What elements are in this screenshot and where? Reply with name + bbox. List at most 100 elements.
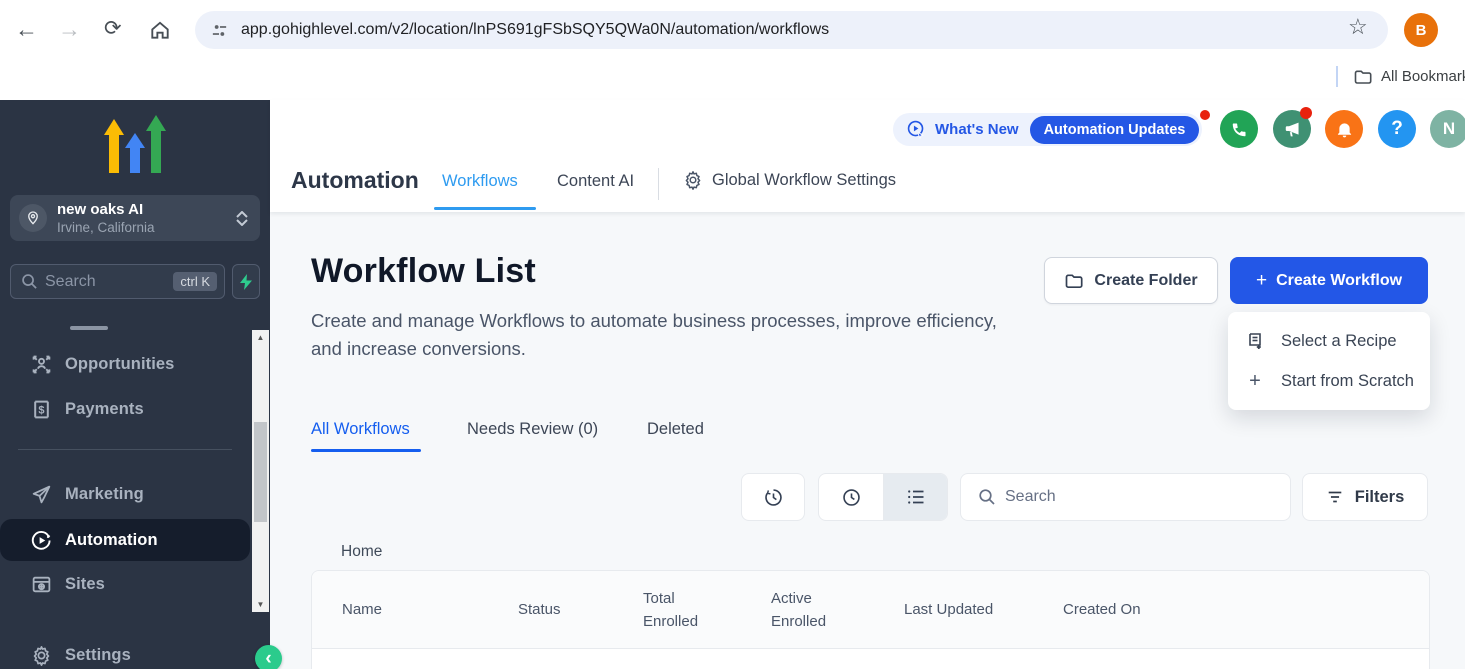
time-view-button[interactable] xyxy=(819,474,883,520)
url-text: app.gohighlevel.com/v2/location/lnPS691g… xyxy=(241,21,829,39)
forward-icon[interactable]: → xyxy=(58,14,81,44)
reload-icon[interactable]: ⟳ xyxy=(104,14,122,44)
tab-needs-review[interactable]: Needs Review (0) xyxy=(467,420,598,439)
create-workflow-button[interactable]: + Create Workflow xyxy=(1230,257,1428,304)
page-description: Create and manage Workflows to automate … xyxy=(311,307,1016,363)
active-tab-underline xyxy=(311,449,421,452)
column-header-active-enrolled[interactable]: Active Enrolled xyxy=(771,587,843,633)
tab-deleted[interactable]: Deleted xyxy=(647,420,704,439)
content-area: Workflow List Create and manage Workflow… xyxy=(270,212,1465,669)
page-title: Workflow List xyxy=(311,252,536,291)
sidebar-search[interactable]: ctrl K xyxy=(10,264,225,299)
url-bar[interactable]: app.gohighlevel.com/v2/location/lnPS691g… xyxy=(195,11,1388,49)
quick-actions-button[interactable] xyxy=(232,264,260,299)
phone-button[interactable] xyxy=(1220,110,1258,148)
list-view-button[interactable] xyxy=(883,474,947,520)
plus-icon: + xyxy=(1246,370,1264,393)
filters-button[interactable]: Filters xyxy=(1302,473,1428,521)
gear-icon xyxy=(30,645,52,666)
app-header: What's New Automation Updates ? N Automa… xyxy=(270,100,1465,212)
workflow-search-input[interactable] xyxy=(1005,488,1255,506)
menu-item-label: Start from Scratch xyxy=(1281,372,1414,391)
sidebar-item-label: Payments xyxy=(65,400,144,419)
sidebar-search-input[interactable] xyxy=(45,273,150,291)
sidebar-item-settings[interactable]: Settings xyxy=(0,634,250,669)
whats-new-label: What's New xyxy=(935,121,1019,138)
column-header-last-updated[interactable]: Last Updated xyxy=(904,598,1063,621)
column-header-created-on[interactable]: Created On xyxy=(1063,598,1141,621)
plus-icon: + xyxy=(1256,270,1267,292)
create-folder-label: Create Folder xyxy=(1094,272,1197,290)
location-city: Irvine, California xyxy=(57,219,155,236)
sidebar-scrollbar[interactable]: ▲ ▼ xyxy=(252,330,269,612)
table-header-row: Name Status Total Enrolled Active Enroll… xyxy=(312,571,1429,649)
all-bookmarks-label[interactable]: All Bookmarks xyxy=(1381,68,1465,85)
avatar-initial: N xyxy=(1443,119,1455,139)
browser-chrome: ← → ⟳ app.gohighlevel.com/v2/location/ln… xyxy=(0,0,1465,100)
sidebar-item-marketing[interactable]: Marketing xyxy=(0,473,250,515)
create-folder-button[interactable]: Create Folder xyxy=(1044,257,1218,304)
sidebar-divider xyxy=(18,449,232,450)
sidebar-item-label: Sites xyxy=(65,575,105,594)
active-tab-underline xyxy=(434,207,536,210)
breadcrumb[interactable]: Home xyxy=(341,543,382,561)
global-workflow-settings-link[interactable]: Global Workflow Settings xyxy=(683,170,896,190)
location-switcher[interactable]: new oaks AI Irvine, California xyxy=(10,195,260,241)
location-pin-icon xyxy=(19,204,47,232)
global-workflow-settings-label: Global Workflow Settings xyxy=(712,171,896,190)
recipe-icon xyxy=(1246,332,1264,351)
column-header-total-enrolled[interactable]: Total Enrolled xyxy=(643,587,715,633)
bookmarks-separator xyxy=(1336,66,1338,87)
sidebar-item-label: Marketing xyxy=(65,485,144,504)
scrollbar-down-icon[interactable]: ▼ xyxy=(252,597,269,612)
back-icon[interactable]: ← xyxy=(15,14,38,44)
sidebar-item-sites[interactable]: Sites xyxy=(0,563,250,605)
search-icon xyxy=(21,273,38,290)
scrollbar-up-icon[interactable]: ▲ xyxy=(252,330,269,345)
notification-dot xyxy=(1300,107,1312,119)
site-settings-icon[interactable] xyxy=(210,21,229,40)
sidebar-item-label: Automation xyxy=(65,531,158,550)
automation-updates-badge[interactable]: Automation Updates xyxy=(1030,116,1200,144)
browser-profile-avatar[interactable]: B xyxy=(1404,13,1438,47)
clipped-nav-item xyxy=(70,326,108,330)
sidebar: new oaks AI Irvine, California ctrl K xyxy=(0,100,270,669)
create-workflow-label: Create Workflow xyxy=(1276,272,1402,290)
menu-item-start-from-scratch[interactable]: + Start from Scratch xyxy=(1228,361,1430,401)
sidebar-item-payments[interactable]: $ Payments xyxy=(0,388,250,430)
workflow-search[interactable] xyxy=(960,473,1291,521)
tab-workflows[interactable]: Workflows xyxy=(442,172,518,191)
folder-icon xyxy=(1064,271,1084,291)
clock-icon xyxy=(841,487,862,508)
svg-text:$: $ xyxy=(38,404,44,416)
gohighlevel-logo xyxy=(103,115,167,182)
help-button[interactable]: ? xyxy=(1378,110,1416,148)
bell-button[interactable] xyxy=(1325,110,1363,148)
tab-all-workflows[interactable]: All Workflows xyxy=(311,420,410,439)
user-avatar[interactable]: N xyxy=(1430,110,1465,148)
whats-new-group[interactable]: What's New Automation Updates xyxy=(893,113,1202,146)
search-icon xyxy=(978,488,996,506)
bookmarks-folder-icon[interactable] xyxy=(1353,67,1373,92)
sidebar-item-automation[interactable]: Automation xyxy=(0,519,250,561)
sidebar-item-opportunities[interactable]: Opportunities xyxy=(0,343,250,385)
history-icon xyxy=(763,487,784,508)
home-icon[interactable] xyxy=(149,18,171,48)
opportunities-icon xyxy=(30,354,52,375)
sidebar-scrollbar-thumb[interactable] xyxy=(254,422,267,522)
create-workflow-dropdown: Select a Recipe + Start from Scratch xyxy=(1228,312,1430,410)
bookmark-star-icon[interactable]: ☆ xyxy=(1348,14,1368,40)
sidebar-item-label: Opportunities xyxy=(65,355,174,374)
column-header-status[interactable]: Status xyxy=(518,598,643,621)
column-header-name[interactable]: Name xyxy=(342,598,518,621)
notification-dot xyxy=(1200,110,1210,120)
list-icon xyxy=(906,487,926,507)
menu-item-select-recipe[interactable]: Select a Recipe xyxy=(1228,321,1430,361)
execution-logs-button[interactable] xyxy=(741,473,805,521)
gear-icon xyxy=(683,170,703,190)
automation-icon xyxy=(30,530,52,551)
tab-content-ai[interactable]: Content AI xyxy=(557,172,634,191)
sidebar-collapse-button[interactable]: ‹ xyxy=(255,645,282,669)
location-name: new oaks AI xyxy=(57,201,155,219)
sites-icon xyxy=(30,574,52,595)
